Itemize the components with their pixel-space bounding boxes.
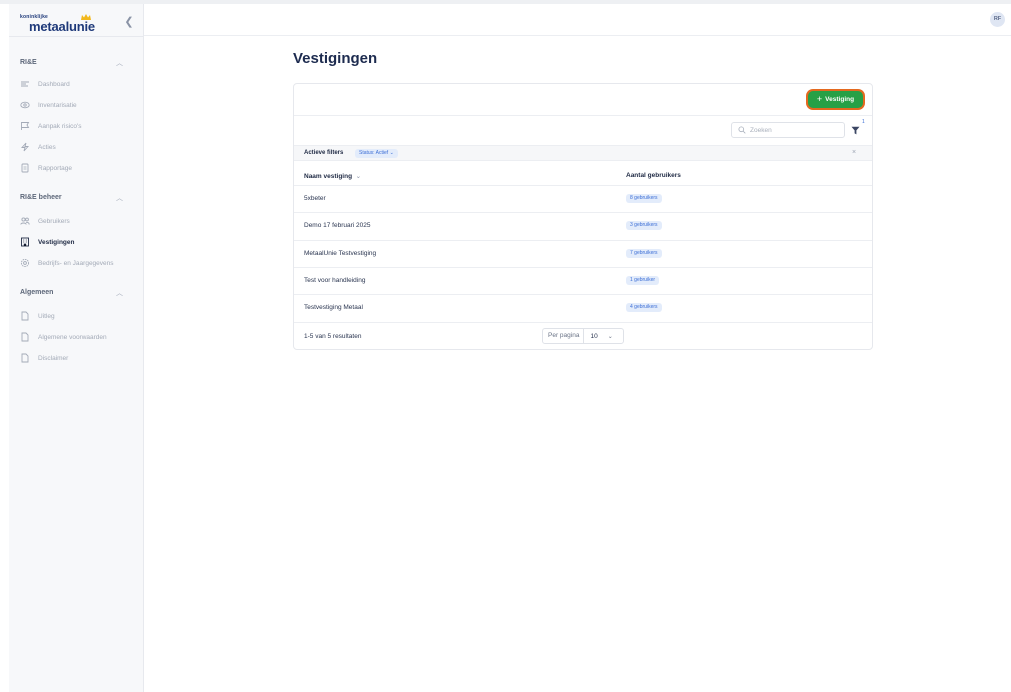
section-title-rie[interactable]: RI&E [20,59,37,66]
search-placeholder: Zoeken [750,126,772,134]
column-header-label: Naam vestiging [304,173,353,180]
user-count-badge: 4 gebruikers [626,303,662,312]
active-filters-row: Actieve filters Status: Actief ⌄ × [294,145,872,161]
gear-icon [20,258,30,268]
sidebar-item-algemene-voorwaarden[interactable]: Algemene voorwaarden [20,330,107,344]
per-page-select[interactable]: Per pagina 10 ⌄ [542,328,624,344]
per-page-label: Per pagina [543,329,585,343]
chevron-down-icon: ⌄ [607,333,613,340]
user-count-badge: 7 gebruikers [626,249,662,258]
vestiging-name: 5xbeter [304,195,326,202]
sidebar-item-uitleg[interactable]: Uitleg [20,309,55,323]
search-icon [738,126,746,134]
chevron-up-icon[interactable]: ︿ [116,58,123,68]
table-row[interactable]: Demo 17 februari 2025 3 gebruikers [294,212,872,239]
page-title: Vestigingen [293,50,378,67]
sidebar-item-label: Algemene voorwaarden [38,333,107,341]
collapse-sidebar-icon[interactable]: ❮ [122,15,136,29]
user-count-badge: 8 gebruikers [626,194,662,203]
filter-count-badge: 1 [862,119,865,125]
file-icon [20,311,30,321]
crown-icon [81,14,91,20]
results-count: 1-5 van 5 resultaten [304,333,362,340]
eye-icon [20,100,30,110]
sidebar-item-vestigingen[interactable]: Vestigingen [20,235,74,249]
sidebar-item-label: Inventarisatie [38,101,77,109]
users-icon [20,216,30,226]
search-input[interactable]: Zoeken [731,122,845,138]
filter-icon[interactable] [851,126,860,135]
sidebar-item-label: Aanpak risico's [38,122,82,130]
top-header: RF [144,4,1011,36]
sidebar-item-gebruikers[interactable]: Gebruikers [20,214,70,228]
vestigingen-card: + Vestiging Zoeken 1 Actieve filters Sta… [293,83,873,350]
sidebar-item-inventarisatie[interactable]: Inventarisatie [20,98,77,112]
logo[interactable]: koninklijke metaalunie [20,14,110,36]
plus-icon: + [816,94,823,104]
sidebar-item-label: Uitleg [38,312,55,320]
sidebar-item-label: Disclaimer [38,354,69,362]
lightning-icon [20,142,30,152]
flag-icon [20,121,30,131]
user-count-badge: 1 gebruiker [626,276,660,285]
vestiging-name: MetaalUnie Testvestiging [304,250,377,257]
clear-filters-close-icon[interactable]: × [852,149,856,156]
section-title-algemeen[interactable]: Algemeen [20,289,53,296]
sidebar-item-dashboard[interactable]: Dashboard [20,77,70,91]
add-vestiging-button[interactable]: + Vestiging [808,91,863,108]
vestiging-name: Testvestiging Metaal [304,304,363,311]
pagination-row: 1-5 van 5 resultaten Per pagina 10 ⌄ [294,322,872,350]
sidebar-item-aanpak-risicos[interactable]: Aanpak risico's [20,119,82,133]
sidebar-item-label: Acties [38,143,56,151]
table-row[interactable]: MetaalUnie Testvestiging 7 gebruikers [294,240,872,267]
sidebar: koninklijke metaalunie ❮ RI&E ︿ Dashboar… [9,4,144,692]
menu-lines-icon [20,79,30,89]
sidebar-item-rapportage[interactable]: Rapportage [20,161,72,175]
table-row[interactable]: Testvestiging Metaal 4 gebruikers [294,294,872,321]
column-header-aantal-gebruikers: Aantal gebruikers [626,172,681,179]
building-icon [20,237,30,247]
table-row[interactable]: Test voor handleiding 1 gebruiker [294,267,872,294]
user-count-badge: 3 gebruikers [626,221,662,230]
section-title-rie-beheer[interactable]: RI&E beheer [20,194,62,201]
chevron-down-icon: ⌄ [353,173,362,180]
sidebar-divider [9,36,144,37]
file-icon [20,353,30,363]
per-page-value: 10 [590,332,598,340]
document-icon [20,163,30,173]
vestiging-name: Demo 17 februari 2025 [304,222,371,229]
sidebar-item-label: Dashboard [38,80,70,88]
sidebar-item-acties[interactable]: Acties [20,140,56,154]
avatar[interactable]: RF [990,12,1005,27]
sidebar-item-label: Rapportage [38,164,72,172]
chevron-up-icon[interactable]: ︿ [116,193,123,203]
vestiging-name: Test voor handleiding [304,277,366,284]
logo-main-text: metaalunie [29,19,95,34]
sidebar-item-label: Bedrijfs- en Jaargegevens [38,259,114,267]
file-icon [20,332,30,342]
column-header-naam-vestiging[interactable]: Naam vestiging ⌄ [304,172,361,180]
sidebar-item-disclaimer[interactable]: Disclaimer [20,351,68,365]
add-button-label: Vestiging [825,96,855,103]
active-filters-label: Actieve filters [304,150,344,156]
status-filter-chip[interactable]: Status: Actief ⌄ [355,149,398,158]
table-row[interactable]: 5xbeter 8 gebruikers [294,185,872,212]
sidebar-item-label: Vestigingen [38,238,75,246]
toolbar-divider [294,115,872,116]
chevron-up-icon[interactable]: ︿ [116,288,123,298]
sidebar-item-label: Gebruikers [38,217,70,225]
sidebar-item-bedrijfsgegevens[interactable]: Bedrijfs- en Jaargegevens [20,256,114,270]
